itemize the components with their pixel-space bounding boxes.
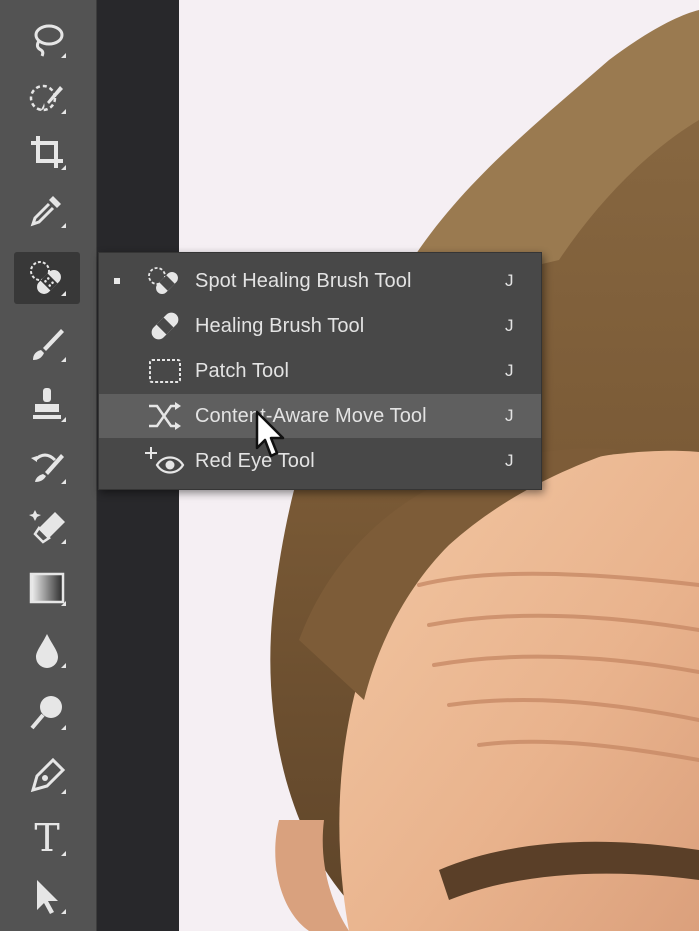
type-tool-icon: T [34,816,60,860]
menu-item-label: Patch Tool [195,360,290,382]
menu-item-patch-tool[interactable]: Patch Tool J [99,349,541,393]
red-eye-icon [145,447,185,474]
brush-tool[interactable] [14,318,80,370]
menu-item-shortcut: J [505,451,514,470]
clone-stamp-tool[interactable] [14,378,80,430]
menu-item-shortcut: J [505,271,514,290]
quick-selection-tool[interactable] [14,70,80,122]
history-brush-tool[interactable] [14,440,80,492]
healing-tools-flyout-menu: Spot Healing Brush Tool J Healing Brush … [98,252,542,490]
healing-brush-icon [151,312,179,340]
type-tool[interactable]: T [14,812,80,864]
menu-item-spot-healing-brush-tool[interactable]: Spot Healing Brush Tool J [99,259,541,303]
menu-item-shortcut: J [505,316,514,335]
eraser-tool[interactable] [14,500,80,552]
menu-item-shortcut: J [505,406,514,425]
content-aware-move-icon [149,402,181,430]
mouse-pointer-icon [255,410,285,458]
pen-tool[interactable] [14,750,80,802]
gradient-tool[interactable] [14,562,80,614]
menu-item-healing-brush-tool[interactable]: Healing Brush Tool J [99,304,541,348]
menu-item-label: Content-Aware Move Tool [195,405,427,427]
crop-tool[interactable] [14,126,80,178]
menu-item-label: Spot Healing Brush Tool [195,270,412,292]
lasso-tool[interactable] [14,14,80,66]
menu-item-label: Healing Brush Tool [195,315,365,337]
spot-healing-brush-tool[interactable] [14,252,80,304]
patch-icon [149,359,181,383]
selected-indicator [114,278,120,284]
eyedropper-tool[interactable] [14,184,80,236]
blur-tool[interactable] [14,624,80,676]
path-selection-tool[interactable] [14,870,80,922]
menu-item-content-aware-move-tool[interactable]: Content-Aware Move Tool J [99,394,541,438]
tools-panel: T [0,0,97,931]
spot-healing-brush-icon [148,267,178,294]
dodge-tool[interactable] [14,686,80,738]
menu-item-shortcut: J [505,361,514,380]
menu-item-red-eye-tool[interactable]: Red Eye Tool J [99,439,541,483]
